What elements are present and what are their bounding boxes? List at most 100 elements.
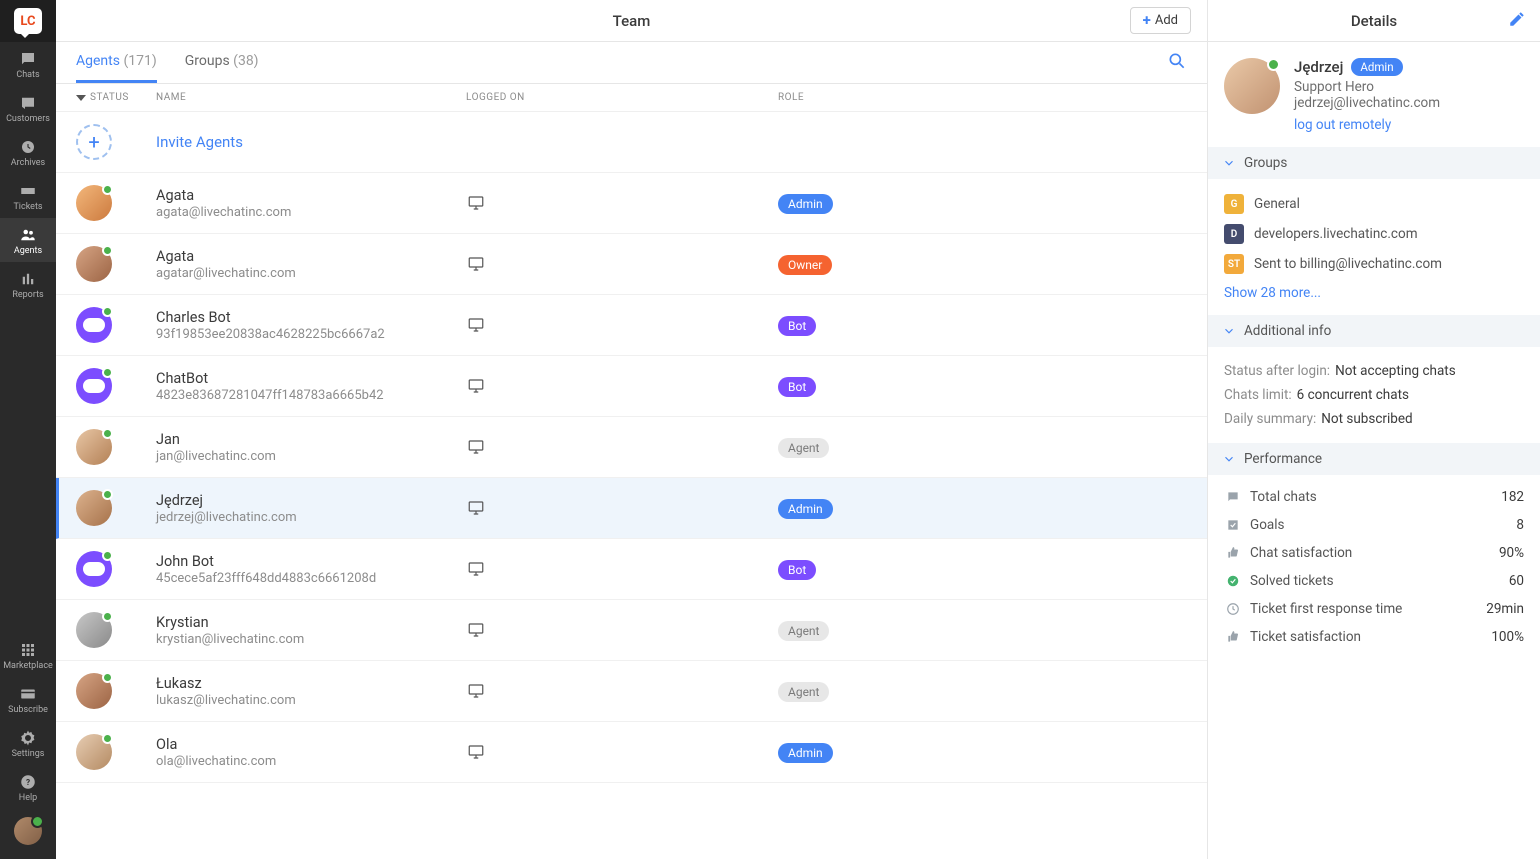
nav-tickets[interactable]: Tickets (0, 174, 56, 218)
app-logo[interactable]: LC (0, 0, 56, 42)
thumb-icon (1224, 630, 1242, 644)
section-info-toggle[interactable]: Additional info (1208, 315, 1540, 347)
perf-row: Solved tickets60 (1224, 567, 1524, 595)
agent-email: agatar@livechatinc.com (156, 266, 466, 281)
page-header: Team + Add (56, 0, 1207, 42)
agent-name: John Bot (156, 553, 466, 570)
agent-list: + Invite Agents Agataagata@livechatinc.c… (56, 112, 1207, 859)
check-icon (1224, 518, 1242, 532)
nav-agents[interactable]: Agents (0, 218, 56, 262)
logged-on-cell (466, 194, 778, 212)
status-dot-icon (102, 672, 113, 683)
group-label: Sent to billing@livechatinc.com (1254, 256, 1442, 272)
agent-row[interactable]: Charles Bot93f19853ee20838ac4628225bc666… (56, 295, 1207, 356)
group-label: developers.livechatinc.com (1254, 226, 1418, 242)
section-groups-toggle[interactable]: Groups (1208, 147, 1540, 179)
status-dot-icon (102, 733, 113, 744)
chat-icon (1224, 490, 1242, 504)
search-icon (1167, 51, 1187, 71)
profile-name: Jędrzej (1294, 58, 1343, 76)
agent-row[interactable]: ChatBot4823e83687281047ff148783a6665b42B… (56, 356, 1207, 417)
nav-subscribe[interactable]: Subscribe (0, 677, 56, 721)
monitor-icon (466, 743, 486, 761)
nav-customers[interactable]: Customers (0, 86, 56, 130)
perf-label: Total chats (1250, 489, 1317, 505)
nav-marketplace[interactable]: Marketplace (0, 633, 56, 677)
group-item[interactable]: STSent to billing@livechatinc.com (1224, 249, 1524, 279)
invite-row[interactable]: + Invite Agents (56, 112, 1207, 173)
col-status[interactable]: STATUS (76, 92, 156, 103)
role-badge: Bot (778, 377, 816, 397)
invite-link[interactable]: Invite Agents (156, 133, 466, 151)
chevron-down-icon (1222, 156, 1236, 170)
profile-role-badge: Admin (1351, 58, 1402, 76)
role-badge: Agent (778, 621, 829, 641)
agent-row[interactable]: Krystiankrystian@livechatinc.comAgent (56, 600, 1207, 661)
logo-icon: LC (14, 8, 42, 34)
additional-info: Status after login:Not accepting chats C… (1208, 347, 1540, 443)
performance-list: Total chats182Goals8Chat satisfaction90%… (1208, 475, 1540, 667)
perf-row: Total chats 182 (1224, 483, 1524, 511)
monitor-icon (466, 499, 486, 517)
agent-row[interactable]: Agataagata@livechatinc.comAdmin (56, 173, 1207, 234)
nav-help[interactable]: ? Help (0, 765, 56, 809)
role-badge: Admin (778, 499, 833, 519)
monitor-icon (466, 621, 486, 639)
search-button[interactable] (1167, 51, 1187, 75)
perf-label: Ticket first response time (1250, 601, 1402, 617)
col-name[interactable]: NAME (156, 92, 466, 103)
perf-label: Ticket satisfaction (1250, 629, 1361, 645)
agent-avatar (76, 612, 112, 648)
agent-row[interactable]: Janjan@livechatinc.comAgent (56, 417, 1207, 478)
logout-remotely-link[interactable]: log out remotely (1294, 117, 1391, 133)
monitor-icon (466, 560, 486, 578)
agent-avatar (76, 368, 112, 404)
show-more-groups-link[interactable]: Show 28 more... (1224, 279, 1524, 311)
col-logged[interactable]: LOGGED ON (466, 92, 778, 103)
nav-settings[interactable]: Settings (0, 721, 56, 765)
page-title: Team (56, 12, 1207, 30)
nav-reports[interactable]: Reports (0, 262, 56, 306)
agent-email: 45cece5af23fff648dd4883c6661208d (156, 571, 466, 586)
perf-value: 29min (1486, 601, 1524, 617)
section-performance-toggle[interactable]: Performance (1208, 443, 1540, 475)
agent-avatar (76, 551, 112, 587)
agent-avatar (76, 429, 112, 465)
tab-groups[interactable]: Groups (38) (185, 42, 259, 83)
agent-row[interactable]: Olaola@livechatinc.comAdmin (56, 722, 1207, 783)
perf-value: 90% (1499, 545, 1524, 561)
agent-email: jan@livechatinc.com (156, 449, 466, 464)
profile-subtitle: Support Hero (1294, 79, 1440, 95)
perf-value: 60 (1509, 573, 1524, 589)
role-badge: Bot (778, 316, 816, 336)
agent-avatar (76, 490, 112, 526)
agent-name: Agata (156, 187, 466, 204)
agent-row[interactable]: Agataagatar@livechatinc.comOwner (56, 234, 1207, 295)
group-item[interactable]: Ddevelopers.livechatinc.com (1224, 219, 1524, 249)
agent-name: Jędrzej (156, 492, 466, 509)
role-badge: Admin (778, 194, 833, 214)
status-dot-icon (102, 489, 113, 500)
agent-row[interactable]: Łukaszlukasz@livechatinc.comAgent (56, 661, 1207, 722)
logged-on-cell (466, 438, 778, 456)
nav-archives[interactable]: Archives (0, 130, 56, 174)
thumb-icon (1224, 546, 1242, 560)
perf-value: 182 (1501, 489, 1524, 505)
perf-row: Ticket satisfaction100% (1224, 623, 1524, 651)
group-chip-icon: G (1224, 194, 1244, 214)
chevron-down-icon (1222, 324, 1236, 338)
profile-email: jedrzej@livechatinc.com (1294, 95, 1440, 111)
col-role[interactable]: ROLE (778, 92, 1207, 103)
agent-avatar (76, 307, 112, 343)
tab-agents[interactable]: Agents (171) (76, 42, 157, 83)
group-item[interactable]: GGeneral (1224, 189, 1524, 219)
nav-chats[interactable]: Chats (0, 42, 56, 86)
agent-row[interactable]: John Bot45cece5af23fff648dd4883c6661208d… (56, 539, 1207, 600)
current-user-avatar[interactable] (14, 817, 42, 845)
main-panel: Team + Add Agents (171) Groups (38) STAT… (56, 0, 1208, 859)
gear-icon (19, 729, 37, 747)
agent-row[interactable]: Jędrzejjedrzej@livechatinc.comAdmin (56, 478, 1207, 539)
agent-name: Krystian (156, 614, 466, 631)
agent-email: ola@livechatinc.com (156, 754, 466, 769)
logged-on-cell (466, 255, 778, 273)
